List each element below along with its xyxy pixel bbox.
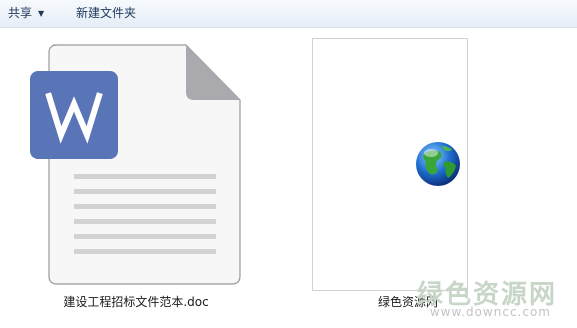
new-folder-button[interactable]: 新建文件夹 [76,0,136,27]
file-name-label: 建设工程招标文件范本.doc [63,295,209,309]
share-label: 共享 [8,6,33,20]
wps-document-icon [30,44,241,285]
watermark-url: www.downcc.com [429,305,551,319]
globe-icon [416,142,460,186]
command-bar: 共享 ▼ 新建文件夹 [0,0,577,28]
dropdown-arrow-icon: ▼ [38,9,45,18]
share-menu-button[interactable]: 共享 ▼ [8,0,44,27]
